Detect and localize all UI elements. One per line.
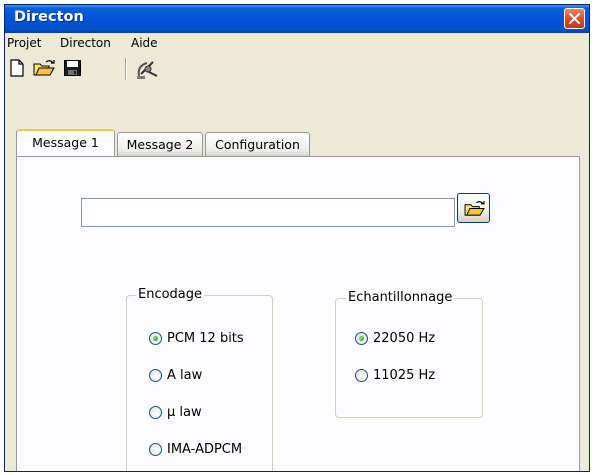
radio-pcm-12-bits[interactable]: PCM 12 bits xyxy=(149,328,244,348)
open-button[interactable] xyxy=(33,58,55,78)
tab-message-1[interactable]: Message 1 xyxy=(16,129,115,156)
tab-label: Configuration xyxy=(215,137,300,152)
connect-button[interactable] xyxy=(135,58,161,79)
close-button[interactable] xyxy=(564,8,585,29)
echantillonnage-groupbox: Echantillonnage 22050 Hz 11025 Hz xyxy=(335,290,483,418)
radio-22050-hz[interactable]: 22050 Hz xyxy=(355,328,435,348)
menu-bar: Projet Directon Aide xyxy=(5,33,589,53)
browse-button[interactable] xyxy=(457,193,490,223)
encodage-groupbox: Encodage PCM 12 bits A law µ law IMA-ADP… xyxy=(126,287,273,471)
radio-button-checked[interactable] xyxy=(149,331,162,345)
window-title: Directon xyxy=(14,9,84,25)
tab-message-2[interactable]: Message 2 xyxy=(117,132,203,156)
radio-11025-hz[interactable]: 11025 Hz xyxy=(355,365,435,385)
menu-aide[interactable]: Aide xyxy=(131,36,158,50)
radio-label: PCM 12 bits xyxy=(167,330,244,346)
radio-label: 22050 Hz xyxy=(373,330,436,346)
radio-button[interactable] xyxy=(149,368,162,382)
radio-a-law[interactable]: A law xyxy=(149,365,202,385)
title-bar[interactable]: Directon xyxy=(5,5,589,33)
radio-label: IMA-ADPCM xyxy=(167,441,243,457)
save-button[interactable] xyxy=(63,58,83,78)
tab-configuration[interactable]: Configuration xyxy=(205,132,310,156)
file-path-input[interactable] xyxy=(81,198,455,227)
radio-button[interactable] xyxy=(149,405,162,419)
radio-ima-adpcm[interactable]: IMA-ADPCM xyxy=(149,439,242,459)
application-window: Directon Projet Directon Aide Message 1 … xyxy=(4,4,590,472)
radio-label: A law xyxy=(167,367,203,383)
toolbar xyxy=(5,53,589,83)
satellite-icon xyxy=(137,61,158,79)
open-folder-icon xyxy=(464,200,485,216)
radio-button-checked[interactable] xyxy=(355,331,368,345)
menu-directon[interactable]: Directon xyxy=(60,36,111,50)
radio-mu-law[interactable]: µ law xyxy=(149,402,202,422)
toolbar-separator xyxy=(125,58,127,80)
radio-label: 11025 Hz xyxy=(373,367,436,383)
tab-label: Message 2 xyxy=(126,137,194,152)
open-folder-icon xyxy=(33,60,55,76)
radio-button[interactable] xyxy=(355,368,368,382)
radio-button[interactable] xyxy=(149,442,162,456)
radio-label: µ law xyxy=(167,404,202,420)
echantillonnage-title: Echantillonnage xyxy=(346,290,455,305)
new-button[interactable] xyxy=(9,58,29,78)
encodage-title: Encodage xyxy=(136,287,205,302)
close-icon xyxy=(569,13,580,24)
new-document-icon xyxy=(10,59,24,77)
tab-label: Message 1 xyxy=(32,135,99,150)
save-icon xyxy=(64,60,81,76)
tab-panel-message-1: Encodage PCM 12 bits A law µ law IMA-ADP… xyxy=(16,156,580,471)
menu-projet[interactable]: Projet xyxy=(7,36,41,50)
